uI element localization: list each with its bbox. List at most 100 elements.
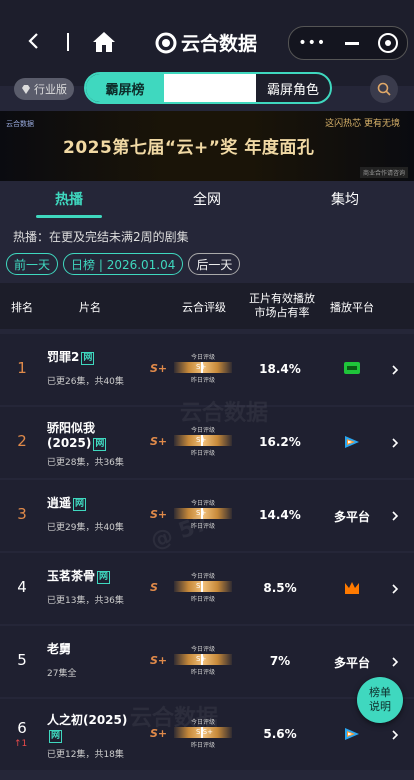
divider <box>67 33 69 51</box>
header-grade: 云合评级 <box>182 301 226 314</box>
today-grade-label: 今日评级 <box>190 354 215 361</box>
main-tabs: 热播 全网 集均 <box>0 184 414 220</box>
episode-info: 27集全 <box>47 669 77 679</box>
market-share: 7% <box>269 654 291 668</box>
show-title: 罚罪2 网 <box>47 350 95 365</box>
table-row[interactable]: 6 ↑1 人之初(2025)网 已更12集，共18集 S+ 今日评级 S S+ 昨日评级 5.6… <box>0 699 414 770</box>
chevron-right-icon <box>392 438 399 448</box>
chevron-right-icon <box>392 584 399 594</box>
episode-info: 已更29集，共40集 <box>47 523 124 533</box>
episode-info: 已更13集，共36集 <box>47 596 124 606</box>
banner-logo: 云合数据 <box>6 120 34 128</box>
home-icon[interactable] <box>92 31 116 53</box>
tab-hot[interactable]: 热播 <box>0 184 138 220</box>
yesterday-grade-label: 昨日评级 <box>190 742 215 749</box>
tencent-video-icon <box>330 727 374 744</box>
back-icon[interactable] <box>26 33 42 49</box>
market-share: 16.2% <box>259 435 301 449</box>
grade-label: S+ <box>150 362 168 375</box>
chevron-right-icon <box>392 657 399 667</box>
episode-info: 已更12集，共18集 <box>47 750 124 760</box>
ranking-info-button[interactable]: 榜单 说明 <box>357 677 403 723</box>
grade-label: S+ <box>150 727 168 740</box>
search-icon <box>377 82 391 96</box>
header-rank: 排名 <box>11 301 33 314</box>
market-share: 14.4% <box>259 508 301 522</box>
table-row[interactable]: 1 罚罪2 网已更26集，共40集 S+ 今日评级 S+ 昨日评级 18.4% <box>0 334 414 405</box>
today-grade-label: 今日评级 <box>190 427 215 434</box>
search-button[interactable] <box>370 75 398 103</box>
grade-bar: 今日评级 S+ 昨日评级 <box>172 350 234 388</box>
yunhe-logo-icon <box>155 32 177 53</box>
grade-gradient: S+ <box>174 362 232 373</box>
segment-blurred[interactable] <box>164 74 256 102</box>
iqiyi-icon <box>330 362 374 377</box>
grade-gradient: S+ <box>174 654 232 665</box>
table-row[interactable]: 3 逍遥网已更29集，共40集 S+ 今日评级 S+ 昨日评级 14.4% 多平台 <box>0 480 414 551</box>
tab-all-network[interactable]: 全网 <box>138 184 276 220</box>
table-row[interactable]: 2 骄阳似我(2025) 网已更28集，共36集 S+ 今日评级 S+ 昨日评级 16.2% <box>0 407 414 478</box>
prev-day-button[interactable]: 前一天 <box>6 253 59 275</box>
industry-badge[interactable]: 行业版 <box>14 78 74 100</box>
market-share: 8.5% <box>263 581 297 595</box>
chevron-right-icon <box>392 511 399 521</box>
grade-gradient: S+ <box>174 435 232 446</box>
arrow-up-icon: ↑ <box>14 739 22 749</box>
grade-label: S+ <box>150 654 168 667</box>
grade-gradient: S <box>174 581 232 592</box>
grade-bar: 今日评级 S 昨日评级 <box>172 569 234 607</box>
platform-label: 多平台 <box>333 510 370 524</box>
show-title: 老舅 <box>47 642 72 656</box>
segment-screen-dominance[interactable]: 霸屏榜 <box>86 74 164 102</box>
header-share: 正片有效播放 市场占有率 <box>249 292 315 319</box>
rank-number: 5 <box>17 651 27 669</box>
today-grade-label: 今日评级 <box>190 719 215 726</box>
rank-number: 2 <box>17 432 27 450</box>
rank-number: 1 <box>17 359 27 377</box>
banner-slogan: 这闪热芯 更有无境 <box>325 119 400 129</box>
more-icon[interactable]: ••• <box>298 35 326 51</box>
table-row[interactable]: 5 老舅 27集全 S+ 今日评级 S+ 昨日评级 7% 多平台 <box>0 626 414 697</box>
rank-number: 6 <box>17 719 27 737</box>
current-date-button[interactable]: 日榜 | 2026.01.04 <box>63 253 184 275</box>
header-title: 片名 <box>79 301 101 314</box>
web-series-tag: 网 <box>73 498 87 511</box>
app-logo: 云合数据 <box>155 29 257 56</box>
grade-bar: 今日评级 S+ 昨日评级 <box>172 642 234 680</box>
banner-headline: 2025第七届“云+”奖 年度面孔 <box>63 138 315 158</box>
web-series-tag: 网 <box>97 571 111 584</box>
today-grade-label: 今日评级 <box>190 646 215 653</box>
segment-roles[interactable]: 霸屏角色 <box>256 74 330 102</box>
market-share: 5.6% <box>263 727 297 741</box>
rank-number: 3 <box>17 505 27 523</box>
minimize-icon[interactable] <box>344 41 359 45</box>
grade-label: S+ <box>150 435 168 448</box>
web-series-tag: 网 <box>81 352 95 365</box>
tencent-video-icon <box>330 435 374 452</box>
episode-info: 已更26集，共40集 <box>47 377 124 387</box>
market-share: 18.4% <box>259 362 301 376</box>
show-title: 玉茗茶骨网 <box>47 569 111 584</box>
chevron-right-icon <box>392 730 399 740</box>
promo-banner[interactable]: 云合数据 2025第七届“云+”奖 年度面孔 这闪热芯 更有无境 商业合作请咨询 <box>0 111 414 181</box>
today-grade-label: 今日评级 <box>190 500 215 507</box>
chevron-right-icon <box>392 365 399 375</box>
yesterday-grade-label: 昨日评级 <box>190 596 215 603</box>
web-series-tag: 网 <box>93 438 107 451</box>
grade-bar: 今日评级 S+ 昨日评级 <box>172 496 234 534</box>
platform-label: 多平台 <box>333 656 370 670</box>
close-target-icon[interactable] <box>377 33 398 53</box>
ranking-type-bar: 行业版 霸屏榜 霸屏角色 <box>0 72 414 108</box>
next-day-button[interactable]: 后一天 <box>188 253 241 275</box>
mango-tv-icon <box>330 581 374 598</box>
today-grade-label: 今日评级 <box>190 573 215 580</box>
yesterday-grade-label: 昨日评级 <box>190 523 215 530</box>
grade-label: S <box>150 581 158 594</box>
app-title: 云合数据 <box>181 33 258 55</box>
table-row[interactable]: 4 玉茗茶骨网已更13集，共36集 S 今日评级 S 昨日评级 8.5% <box>0 553 414 624</box>
grade-bar: 今日评级 S S+ 昨日评级 <box>172 715 234 753</box>
yesterday-grade-label: 昨日评级 <box>190 377 215 384</box>
rank-number: 4 <box>17 578 27 596</box>
yesterday-grade-label: 昨日评级 <box>190 669 215 676</box>
tab-per-episode[interactable]: 集均 <box>276 184 414 220</box>
